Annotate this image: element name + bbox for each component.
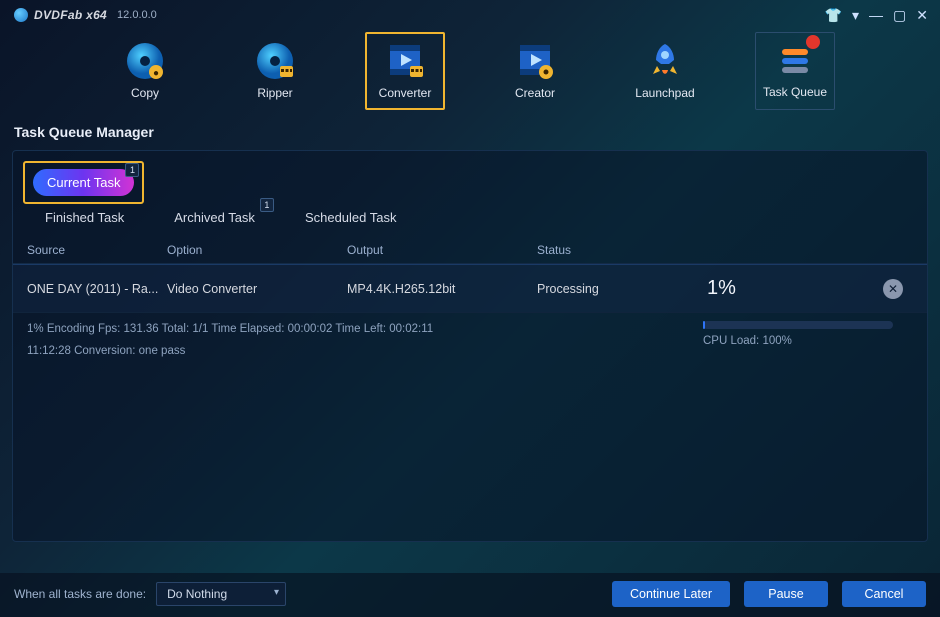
- tab-current-task-badge: 1: [125, 163, 139, 177]
- task-status: Processing: [537, 282, 707, 296]
- col-status: Status: [537, 243, 707, 257]
- footer-left: When all tasks are done: Do Nothing: [14, 582, 286, 606]
- nav-ripper[interactable]: Ripper: [235, 32, 315, 110]
- tab-archived-task[interactable]: Archived Task 1: [160, 204, 269, 231]
- nav-converter[interactable]: Converter: [365, 32, 445, 110]
- nav-converter-label: Converter: [379, 86, 432, 100]
- current-task-highlight: Current Task 1: [23, 161, 144, 204]
- tabs-row: Current Task 1 Finished Task Archived Ta…: [13, 151, 927, 237]
- progress-right: CPU Load: 100%: [703, 321, 913, 357]
- tab-scheduled-task[interactable]: Scheduled Task: [291, 204, 411, 231]
- window-controls: 👕 ▾ — ▢ ✕: [825, 8, 928, 22]
- tab-finished-task-label: Finished Task: [45, 210, 124, 225]
- tab-finished-task[interactable]: Finished Task: [31, 204, 138, 231]
- svg-text:●: ●: [153, 68, 159, 79]
- progress-line-1: 1% Encoding Fps: 131.36 Total: 1/1 Time …: [27, 323, 687, 335]
- task-output: MP4.4K.H265.12bit: [347, 282, 537, 296]
- tab-current-task[interactable]: Current Task 1: [33, 169, 134, 196]
- nav-launchpad-label: Launchpad: [635, 86, 694, 100]
- nav-task-queue[interactable]: Task Queue: [755, 32, 835, 110]
- col-output: Output: [347, 243, 537, 257]
- progress-bar: [703, 321, 893, 329]
- task-row[interactable]: ONE DAY (2011) - Ra... Video Converter M…: [13, 264, 927, 313]
- dropdown-icon[interactable]: ▾: [852, 8, 859, 22]
- top-nav: ● Copy Ripper Converter: [0, 24, 940, 120]
- disc-copy-icon: ●: [124, 40, 166, 82]
- progress-details: 1% Encoding Fps: 131.36 Total: 1/1 Time …: [27, 321, 687, 357]
- col-source: Source: [27, 243, 167, 257]
- when-done-select[interactable]: Do Nothing: [156, 582, 286, 606]
- restore-icon[interactable]: ▢: [893, 8, 906, 22]
- app-name: DVDFab x64: [34, 8, 107, 22]
- disc-ripper-icon: [254, 40, 296, 82]
- nav-ripper-label: Ripper: [257, 86, 292, 100]
- app-logo-icon: [14, 8, 28, 22]
- columns-header: Source Option Output Status: [13, 237, 927, 264]
- footer-bar: When all tasks are done: Do Nothing Cont…: [0, 573, 940, 617]
- when-done-label: When all tasks are done:: [14, 587, 146, 601]
- footer-buttons: Continue Later Pause Cancel: [612, 581, 926, 607]
- page-title: Task Queue Manager: [0, 120, 940, 150]
- task-option: Video Converter: [167, 282, 347, 296]
- tshirt-icon[interactable]: 👕: [825, 8, 842, 22]
- rocket-icon: [644, 40, 686, 82]
- minimize-icon[interactable]: —: [869, 8, 883, 22]
- col-option: Option: [167, 243, 347, 257]
- nav-task-queue-label: Task Queue: [763, 85, 827, 99]
- tab-scheduled-task-label: Scheduled Task: [305, 210, 397, 225]
- tab-archived-task-badge: 1: [260, 198, 274, 212]
- tab-current-task-label: Current Task: [47, 175, 120, 190]
- task-cancel-icon[interactable]: ✕: [883, 279, 903, 299]
- nav-creator-label: Creator: [515, 86, 555, 100]
- task-percent: 1%: [707, 277, 883, 300]
- task-panel: Current Task 1 Finished Task Archived Ta…: [12, 150, 928, 542]
- task-queue-icon: [774, 39, 816, 81]
- titlebar-left: DVDFab x64 12.0.0.0: [14, 8, 157, 22]
- converter-icon: [384, 40, 426, 82]
- task-queue-badge-icon: [806, 35, 820, 49]
- cpu-load-label: CPU Load: 100%: [703, 335, 913, 347]
- task-source: ONE DAY (2011) - Ra...: [27, 282, 167, 296]
- nav-launchpad[interactable]: Launchpad: [625, 32, 705, 110]
- titlebar: DVDFab x64 12.0.0.0 👕 ▾ — ▢ ✕: [0, 0, 940, 24]
- tab-archived-task-label: Archived Task: [174, 210, 255, 225]
- nav-copy[interactable]: ● Copy: [105, 32, 185, 110]
- progress-area: 1% Encoding Fps: 131.36 Total: 1/1 Time …: [13, 313, 927, 357]
- progress-bar-fill: [703, 321, 705, 329]
- when-done-value: Do Nothing: [167, 587, 227, 601]
- pause-button[interactable]: Pause: [744, 581, 828, 607]
- nav-copy-label: Copy: [131, 86, 159, 100]
- creator-icon: [514, 40, 556, 82]
- continue-later-button[interactable]: Continue Later: [612, 581, 730, 607]
- progress-line-2: 11:12:28 Conversion: one pass: [27, 345, 687, 357]
- nav-creator[interactable]: Creator: [495, 32, 575, 110]
- close-window-icon[interactable]: ✕: [916, 8, 928, 22]
- app-version: 12.0.0.0: [117, 9, 157, 21]
- cancel-button[interactable]: Cancel: [842, 581, 926, 607]
